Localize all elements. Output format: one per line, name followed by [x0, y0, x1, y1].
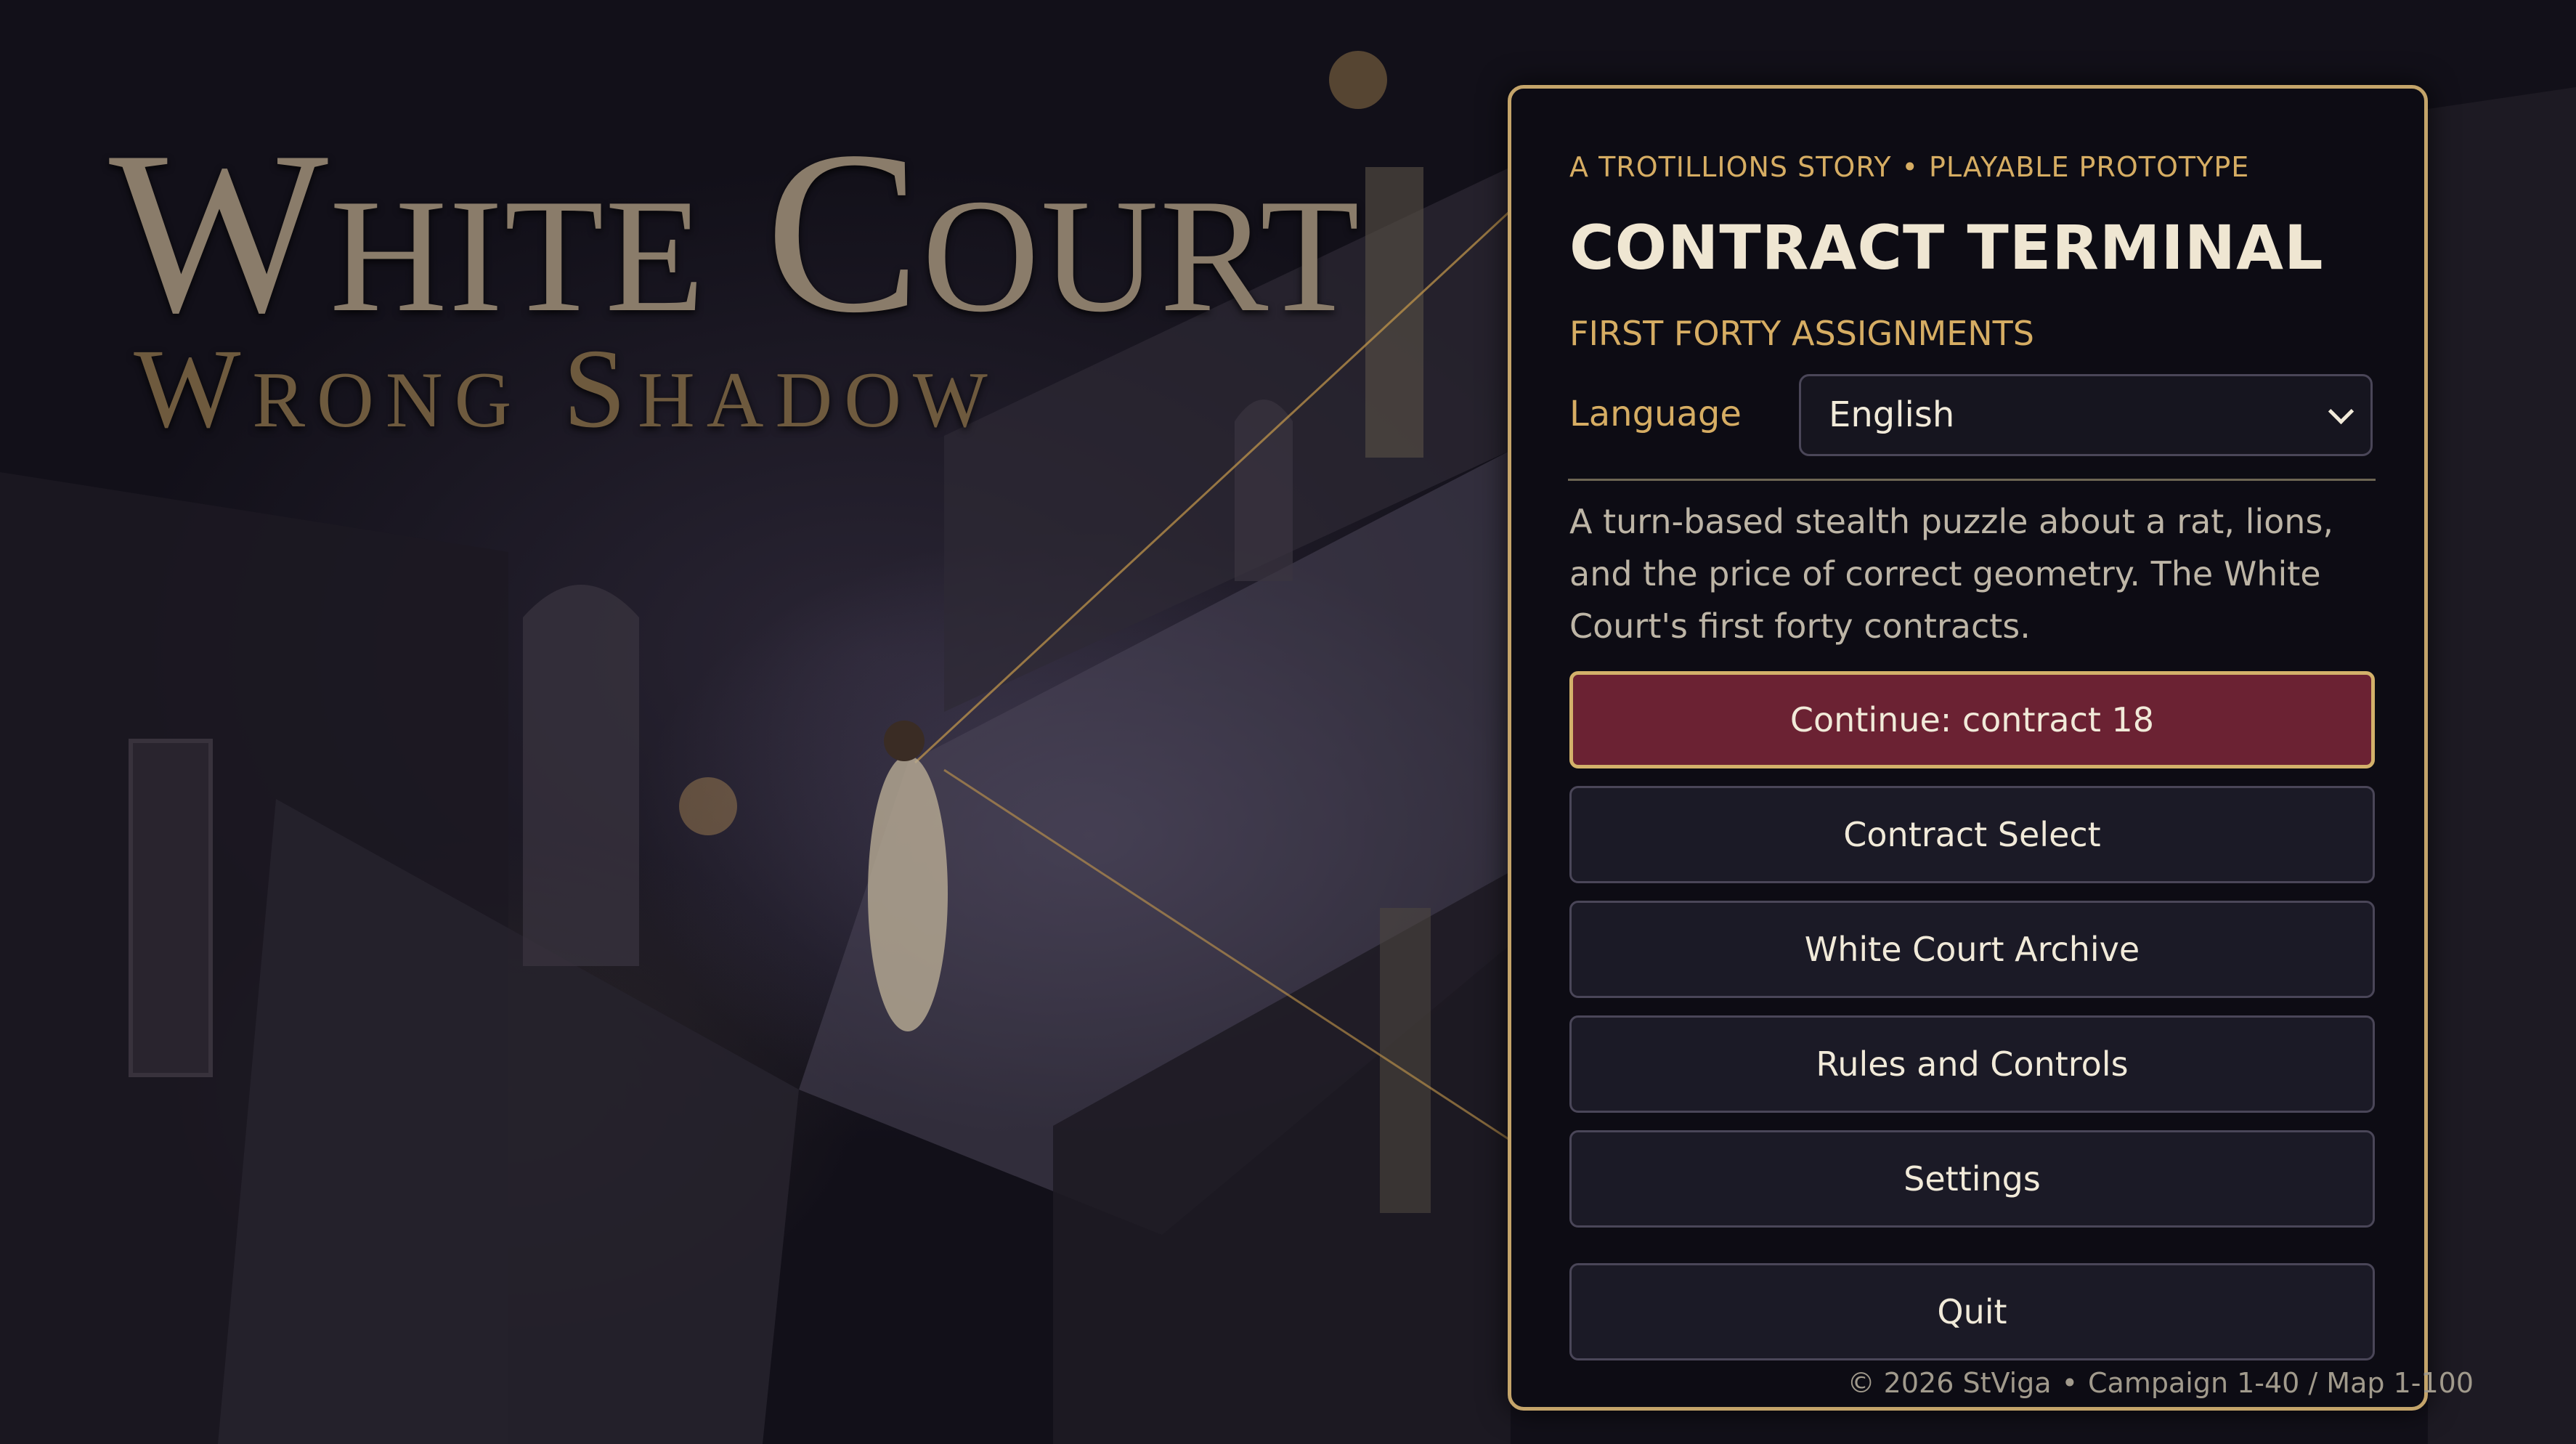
language-selected-value: English [1829, 394, 1955, 435]
quit-button[interactable]: Quit [1569, 1263, 2375, 1360]
eyebrow-story: A TROTILLIONS STORY [1569, 151, 1892, 183]
archive-button[interactable]: White Court Archive [1569, 901, 2375, 998]
contract-terminal-panel: A TROTILLIONS STORY • PLAYABLE PROTOTYPE C… [1508, 85, 2474, 1411]
eyebrow-separator: • [1901, 151, 1919, 183]
game-main-menu: White Court Wrong Shadow A TROTILLIONS S… [0, 0, 2576, 1444]
logo-title: White Court [109, 104, 1361, 361]
footer-separator: • [2061, 1367, 2079, 1399]
footer: © 2026 StViga • Campaign 1-40 / Map 1-100 [1848, 1367, 2474, 1399]
motel-sign [129, 739, 213, 1077]
lamp-glow [679, 777, 737, 835]
contract-select-button[interactable]: Contract Select [1569, 786, 2375, 883]
chevron-down-icon [2328, 398, 2354, 425]
eyebrow: A TROTILLIONS STORY • PLAYABLE PROTOTYPE [1569, 151, 2249, 183]
character-figure [868, 755, 948, 1031]
campaign-info: Campaign 1-40 / Map 1-100 [2088, 1367, 2474, 1399]
copyright: © 2026 StViga [1847, 1367, 2052, 1399]
logo-subtitle: Wrong Shadow [134, 325, 999, 451]
game-description: A turn-based stealth puzzle about a rat,… [1569, 502, 2334, 646]
rules-button[interactable]: Rules and Controls [1569, 1015, 2375, 1113]
language-select[interactable]: English [1799, 374, 2373, 456]
language-label: Language [1569, 394, 1742, 434]
game-logo: White Court Wrong Shadow [109, 104, 1361, 451]
settings-button[interactable]: Settings [1569, 1130, 2375, 1228]
mirror-arch [1235, 399, 1293, 581]
ruined-wall [2428, 87, 2576, 1444]
divider [1568, 479, 2376, 481]
panel-subtitle: FIRST FORTY ASSIGNMENTS [1569, 314, 2034, 353]
eyebrow-prototype: PLAYABLE PROTOTYPE [1928, 151, 2250, 183]
character-head [884, 721, 925, 761]
mirror-arch [523, 585, 639, 966]
column [1365, 167, 1423, 458]
lamp-glow [1329, 51, 1387, 109]
continue-button[interactable]: Continue: contract 18 [1569, 671, 2375, 768]
panel-title: CONTRACT TERMINAL [1569, 212, 2324, 283]
